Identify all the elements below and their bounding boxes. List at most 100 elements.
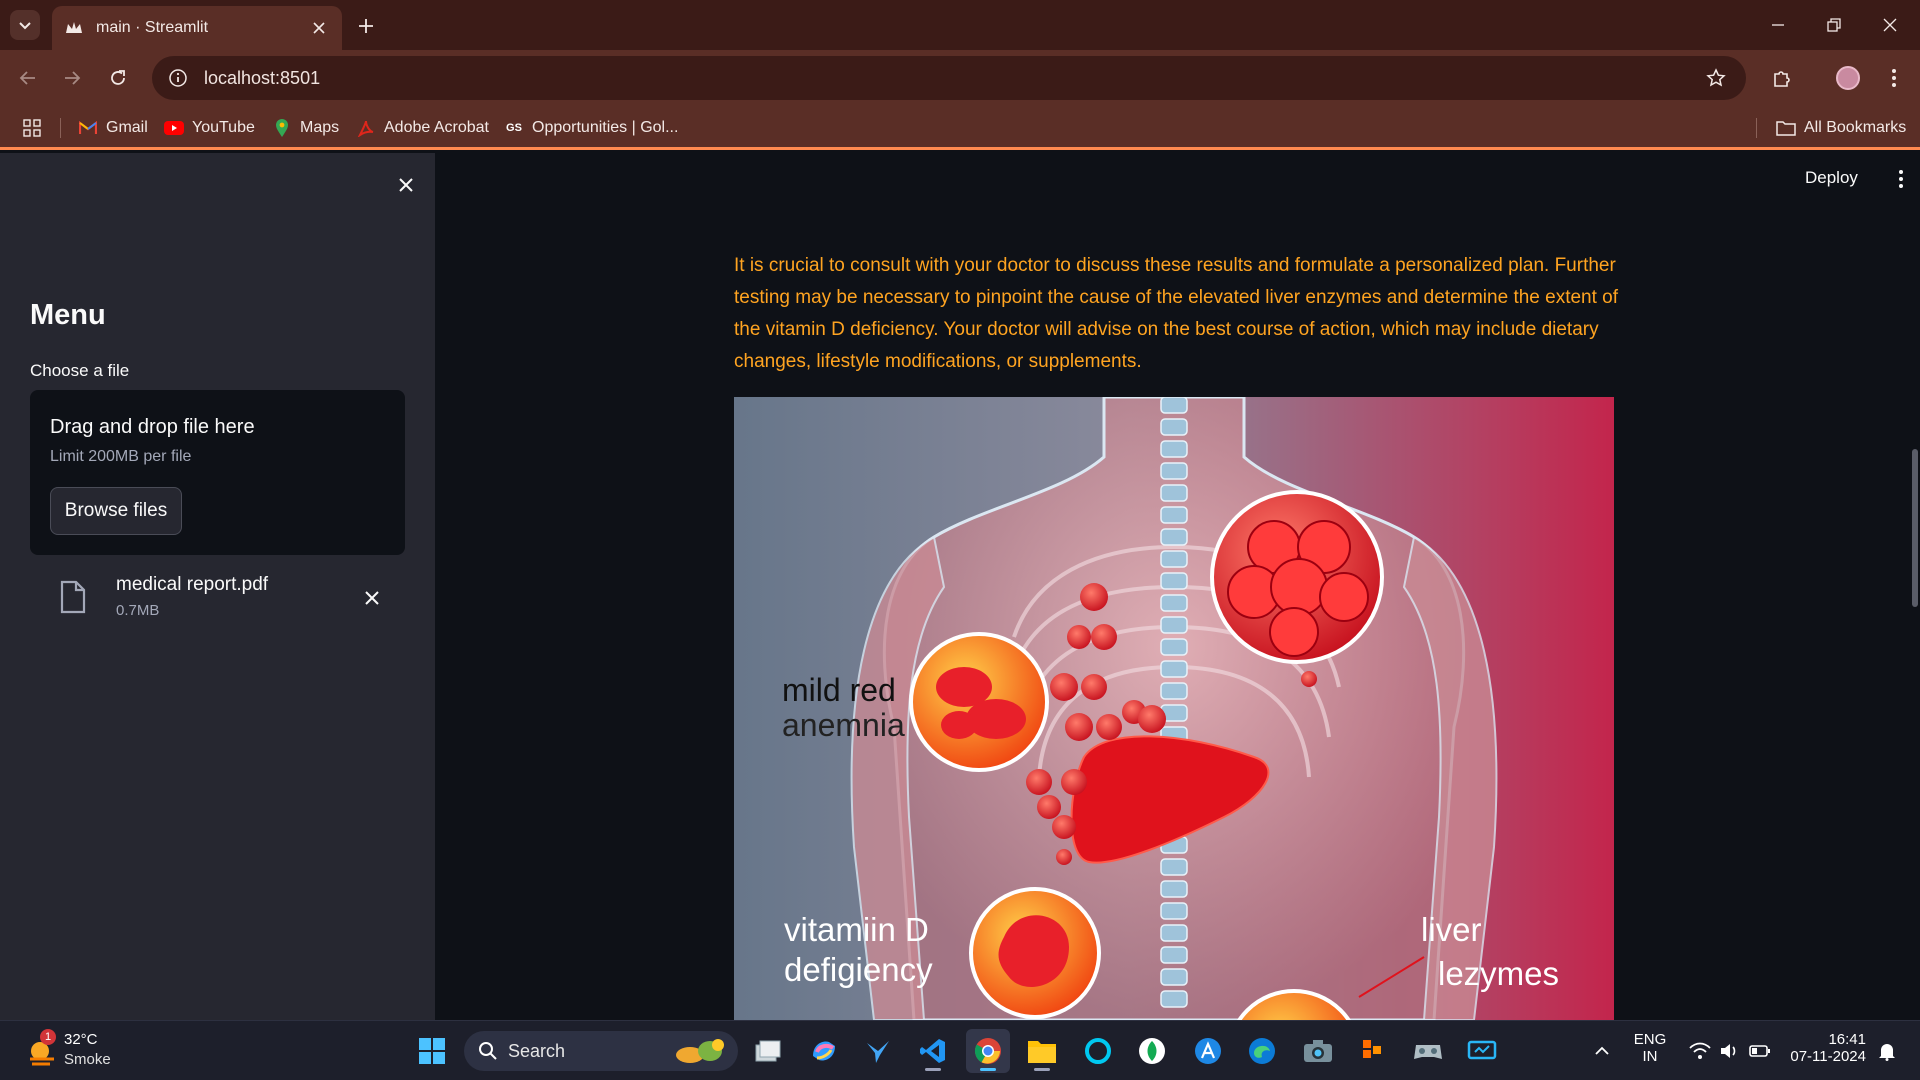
address-bar[interactable]: localhost:8501	[152, 56, 1746, 100]
running-indicator	[925, 1068, 941, 1071]
close-icon	[365, 591, 379, 605]
pin-app-1[interactable]	[856, 1029, 900, 1073]
mongodb-app[interactable]	[1130, 1029, 1174, 1073]
leaf-icon	[1139, 1038, 1165, 1064]
search-highlight-icon	[676, 1039, 724, 1063]
game-app[interactable]	[1406, 1029, 1450, 1073]
gmail-icon	[78, 118, 98, 138]
bookmark-adobe-acrobat[interactable]: Adobe Acrobat	[356, 114, 489, 142]
browse-files-button[interactable]: Browse files	[50, 487, 182, 535]
weather-temperature: 32°C	[64, 1031, 98, 1048]
weather-widget[interactable]: 1 32°C Smoke	[22, 1029, 122, 1073]
apps-grid-icon[interactable]	[20, 116, 44, 140]
main-menu-button[interactable]	[1887, 165, 1915, 193]
site-info-icon[interactable]	[166, 66, 190, 90]
start-button[interactable]	[410, 1029, 454, 1073]
result-paragraph: It is crucial to consult with your docto…	[734, 255, 1619, 372]
folder-icon	[1776, 118, 1796, 138]
app-a[interactable]	[1186, 1029, 1230, 1073]
chrome-app[interactable]	[966, 1029, 1010, 1073]
bookmark-youtube[interactable]: YouTube	[164, 114, 255, 142]
bookmarks-bar: Gmail YouTube Maps Adobe Acrobat GS Oppo…	[0, 106, 1920, 150]
sidebar-close-button[interactable]	[392, 171, 420, 199]
extensions-button[interactable]	[1766, 62, 1798, 94]
battery-icon	[1749, 1045, 1770, 1057]
chrome-icon	[974, 1038, 1001, 1064]
language-label: ENG	[1633, 1031, 1667, 1048]
reload-button[interactable]	[102, 62, 134, 94]
new-tab-button[interactable]	[352, 12, 380, 40]
address-url: localhost:8501	[204, 67, 321, 88]
vscode-app[interactable]	[911, 1029, 955, 1073]
avatar	[1836, 66, 1860, 90]
bookmark-label: YouTube	[192, 119, 255, 136]
minimize-icon	[1772, 24, 1784, 26]
dropzone-limit: Limit 200MB per file	[50, 448, 192, 465]
bookmark-label: Adobe Acrobat	[384, 119, 489, 136]
language-indicator[interactable]: ENG IN	[1628, 1031, 1672, 1065]
reload-icon	[111, 70, 125, 85]
bookmarks-divider	[60, 118, 61, 138]
edge-app[interactable]	[1240, 1029, 1284, 1073]
main-scrollbar[interactable]	[1912, 449, 1918, 607]
remove-file-button[interactable]	[358, 584, 386, 612]
notifications-button[interactable]	[1872, 1029, 1902, 1073]
plus-icon	[359, 19, 373, 33]
edge-icon	[1249, 1038, 1275, 1064]
tab-close-icon[interactable]	[308, 17, 330, 39]
camera-icon	[1304, 1040, 1332, 1062]
bookmark-gmail[interactable]: Gmail	[78, 114, 148, 142]
minimize-button[interactable]	[1758, 10, 1798, 40]
arrow-right-icon	[65, 71, 81, 85]
restore-button[interactable]	[1814, 10, 1854, 40]
weather-description: Smoke	[64, 1051, 111, 1068]
browser-tab-active[interactable]: main · Streamlit	[52, 6, 342, 50]
windows-taskbar: 1 32°C Smoke Search ENG IN 16:41 07-11-2…	[0, 1020, 1920, 1080]
bookmark-star-icon[interactable]	[1704, 66, 1728, 90]
figure-label-anemia-1: mild red	[782, 672, 896, 708]
tab-title: main · Streamlit	[96, 19, 209, 36]
alexa-app[interactable]	[1076, 1029, 1120, 1073]
close-icon	[399, 178, 413, 192]
copilot-icon	[813, 1041, 835, 1061]
figure-label-anemia-2: anemnia	[782, 707, 905, 743]
file-explorer-app[interactable]	[1020, 1029, 1064, 1073]
deploy-button[interactable]: Deploy	[1805, 168, 1858, 188]
more-vertical-icon	[1899, 170, 1903, 188]
task-view-button[interactable]	[746, 1029, 790, 1073]
browser-menu-button[interactable]	[1878, 62, 1910, 94]
quick-settings-button[interactable]	[1680, 1029, 1780, 1073]
monitor-app[interactable]	[1460, 1029, 1504, 1073]
tab-search-button[interactable]	[10, 10, 40, 40]
sidebar: Menu Choose a file Drag and drop file he…	[0, 153, 435, 1020]
main-content: Deploy It is crucial to consult with you…	[435, 153, 1920, 1020]
weather-badge: 1	[40, 1029, 56, 1045]
clock[interactable]: 16:41 07-11-2024	[1780, 1031, 1866, 1065]
search-icon	[479, 1042, 497, 1060]
close-window-button[interactable]	[1870, 10, 1910, 40]
figure-label-vitd-2: defigiency	[784, 951, 933, 988]
volume-icon	[1721, 1044, 1736, 1058]
copilot-app[interactable]	[802, 1029, 846, 1073]
bird-icon	[867, 1041, 889, 1063]
youtube-icon	[164, 118, 184, 138]
monitor-icon	[1467, 1040, 1497, 1060]
office-app[interactable]	[1350, 1029, 1394, 1073]
all-bookmarks-button[interactable]: All Bookmarks	[1776, 114, 1906, 142]
camera-app[interactable]	[1296, 1029, 1340, 1073]
show-hidden-icons-button[interactable]	[1580, 1029, 1624, 1073]
bookmark-label: Gmail	[106, 119, 148, 136]
bookmark-opportunities[interactable]: GS Opportunities | Gol...	[504, 114, 678, 142]
bell-icon	[1879, 1044, 1895, 1061]
clock-date: 07-11-2024	[1790, 1048, 1866, 1065]
uploaded-file-row: medical report.pdf 0.7MB	[30, 568, 405, 628]
back-button[interactable]	[12, 62, 44, 94]
bookmark-maps[interactable]: Maps	[272, 114, 339, 142]
profile-button[interactable]	[1832, 62, 1864, 94]
taskbar-search[interactable]: Search	[464, 1031, 738, 1071]
running-indicator	[980, 1068, 996, 1071]
file-dropzone[interactable]: Drag and drop file here Limit 200MB per …	[30, 390, 405, 555]
wifi-icon	[1689, 1042, 1711, 1059]
forward-button[interactable]	[56, 62, 88, 94]
acrobat-icon	[356, 118, 376, 138]
